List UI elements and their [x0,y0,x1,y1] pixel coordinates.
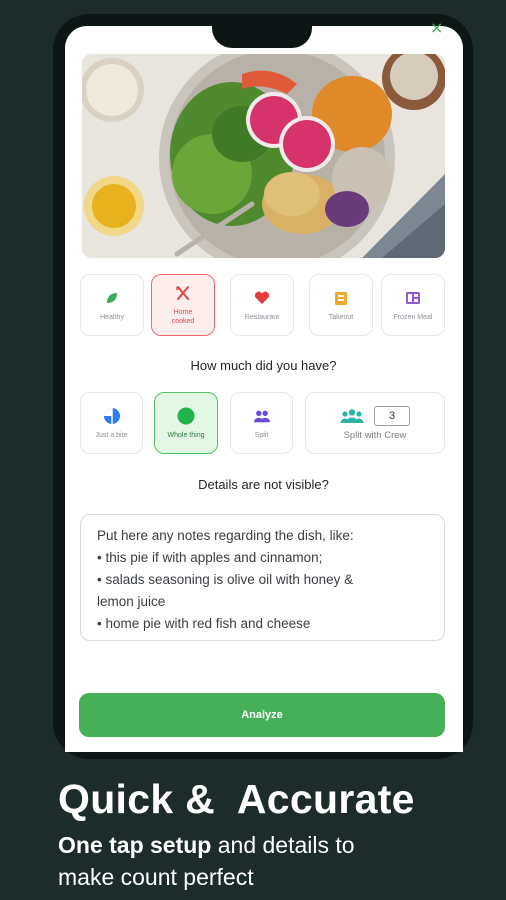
portion-label: Split [254,431,269,439]
portion-whole-thing[interactable]: Whole thing [154,392,218,454]
fork-knife-icon [174,284,192,302]
portion-split-with-crew[interactable]: 3 Split with Crew [305,392,445,454]
pie-chart-icon [103,407,121,425]
promo-sub-bold: One tap setup [58,832,212,858]
notes-line: • home pie with red fish and cheese [97,616,311,631]
category-label: Healthy [100,313,124,321]
promo-sub-rest: and details to [211,832,355,858]
portion-just-a-bite[interactable]: Just a bite [80,392,143,454]
group-icon [340,407,364,425]
portion-label: Split with Crew [343,429,407,441]
analyze-button[interactable]: Analyze [79,693,445,737]
details-question: Details are not visible? [198,477,329,492]
promo-headline: Quick & Accurate [58,776,415,822]
portion-split[interactable]: Split [230,392,293,454]
two-people-icon [253,407,271,425]
portion-label: Whole thing [167,431,205,439]
portion-question: How much did you have? [190,358,337,373]
notes-line: • this pie if with apples and cinnamon; [97,550,323,565]
heart-icon [253,289,271,307]
notes-textarea[interactable]: Put here any notes regarding the dish, l… [80,514,445,641]
crew-count-input[interactable]: 3 [374,405,410,426]
frozen-meal-icon [404,289,422,307]
category-takeout[interactable]: Takeout [309,274,373,336]
notes-line: • salads seasoning is olive oil with hon… [97,572,354,587]
category-label: Frozen Meal [393,313,433,321]
notes-line: lemon juice [97,594,166,609]
close-icon[interactable]: × [430,20,443,36]
leaf-icon [103,289,121,307]
full-circle-icon [177,407,195,425]
category-label: Restaurant [244,313,280,321]
category-label: Takeout [328,313,354,321]
takeout-bag-icon [332,289,350,307]
category-restaurant[interactable]: Restaurant [230,274,294,336]
promo-sub-line2: make count perfect [58,864,254,890]
category-label: Home cooked [171,309,195,325]
category-frozen-meal[interactable]: Frozen Meal [381,274,445,336]
notes-line: Put here any notes regarding the dish, l… [97,528,354,543]
meal-photo [82,54,445,258]
category-healthy[interactable]: Healthy [80,274,144,336]
promo-subtitle: One tap setup and details to make count … [58,829,355,893]
portion-label: Just a bite [95,431,128,439]
category-home-cooked[interactable]: Home cooked [151,274,215,336]
phone-notch [212,14,312,48]
